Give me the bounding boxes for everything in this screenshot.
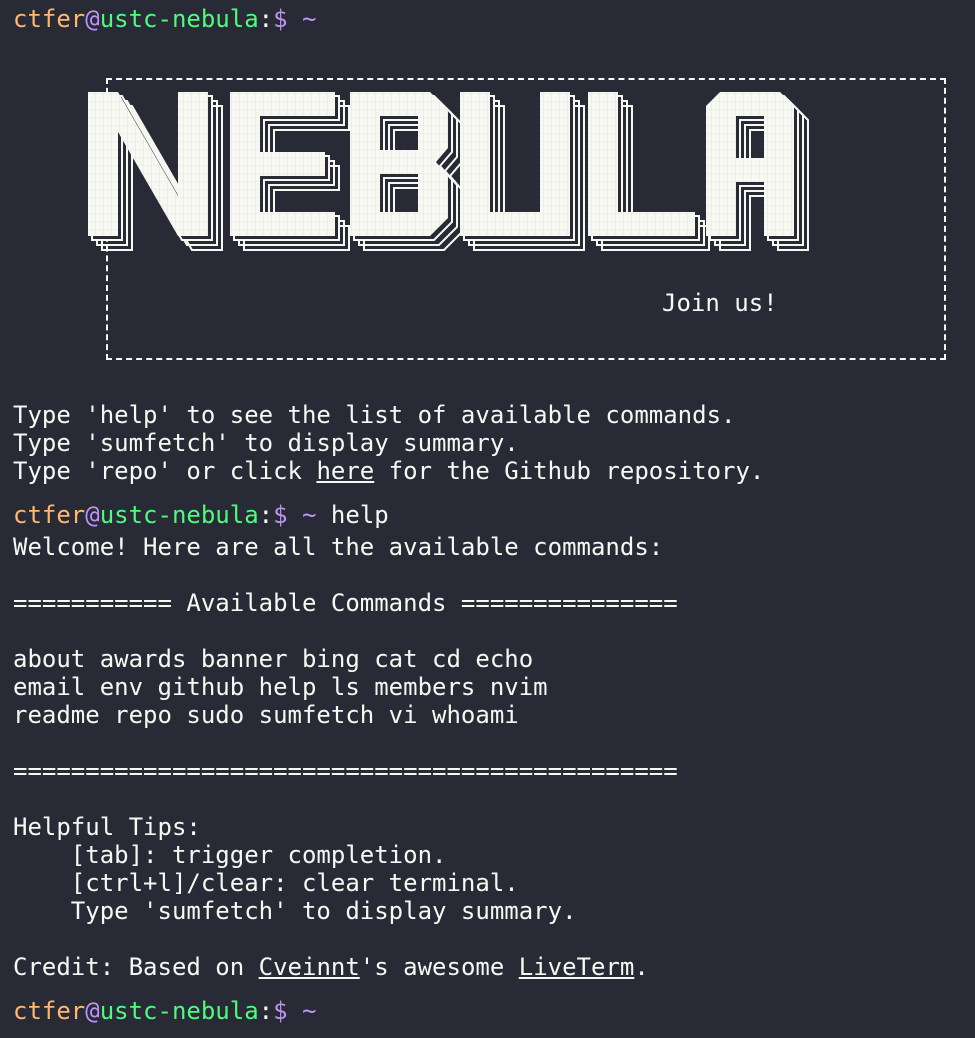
- prompt-dollar: $: [273, 501, 288, 529]
- prompt-colon: :: [258, 5, 274, 33]
- intro-line-sumfetch: Type 'sumfetch' to display summary.: [13, 429, 519, 457]
- prompt-at: @: [85, 5, 100, 33]
- tip-clear: [ctrl+l]/clear: clear terminal.: [13, 869, 519, 897]
- intro-repo-prefix: Type 'repo' or click: [13, 457, 317, 485]
- help-header: =========== Available Commands =========…: [13, 589, 678, 617]
- tip-sumfetch: Type 'sumfetch' to display summary.: [13, 897, 577, 925]
- intro-line-help: Type 'help' to see the list of available…: [13, 401, 736, 429]
- prompt-colon: :: [258, 501, 274, 529]
- tips-title: Helpful Tips:: [13, 813, 201, 841]
- intro-line-repo: Type 'repo' or click here for the Github…: [13, 457, 764, 485]
- prompt-at: @: [85, 997, 100, 1025]
- prompt-user: ctfer: [13, 5, 86, 33]
- commands-row-1: about awards banner bing cat cd echo: [13, 645, 534, 673]
- credit-prefix: Credit: Based on: [13, 953, 259, 981]
- banner-logo: [88, 92, 809, 251]
- prompt-dollar: $: [273, 997, 288, 1025]
- prompt-line-help: ctfer@ustc-nebula:$ ~ help: [13, 501, 389, 529]
- cveinnt-link[interactable]: Cveinnt: [259, 953, 360, 981]
- commands-row-3: readme repo sudo sumfetch vi whoami: [13, 701, 519, 729]
- entered-command: help: [330, 501, 389, 529]
- commands-row-2: email env github help ls members nvim: [13, 673, 548, 701]
- tip-tab: [tab]: trigger completion.: [13, 841, 447, 869]
- prompt-host: ustc-nebula: [99, 5, 259, 33]
- prompt-line-active[interactable]: ctfer@ustc-nebula:$ ~: [13, 997, 316, 1025]
- repo-here-link[interactable]: here: [316, 457, 374, 485]
- intro-repo-suffix: for the Github repository.: [374, 457, 765, 485]
- credit-middle: 's awesome: [359, 953, 519, 981]
- credit-suffix: .: [634, 953, 649, 981]
- terminal-window[interactable]: ctfer@ustc-nebula:$ ~ Join us! Type 'hel…: [0, 0, 975, 1038]
- prompt-at: @: [85, 501, 100, 529]
- help-footer: ========================================…: [13, 757, 678, 785]
- banner-tagline: Join us!: [662, 289, 778, 317]
- prompt-host: ustc-nebula: [99, 501, 259, 529]
- prompt-host: ustc-nebula: [99, 997, 259, 1025]
- prompt-path: ~: [302, 501, 317, 529]
- help-welcome: Welcome! Here are all the available comm…: [13, 533, 664, 561]
- prompt-path: ~: [302, 997, 317, 1025]
- credit-line: Credit: Based on Cveinnt's awesome LiveT…: [13, 953, 649, 981]
- prompt-user: ctfer: [13, 997, 86, 1025]
- prompt-path: ~: [302, 5, 317, 33]
- liveterm-link[interactable]: LiveTerm: [519, 953, 635, 981]
- prompt-line: ctfer@ustc-nebula:$ ~: [13, 5, 316, 33]
- prompt-colon: :: [258, 997, 274, 1025]
- prompt-dollar: $: [273, 5, 288, 33]
- prompt-user: ctfer: [13, 501, 86, 529]
